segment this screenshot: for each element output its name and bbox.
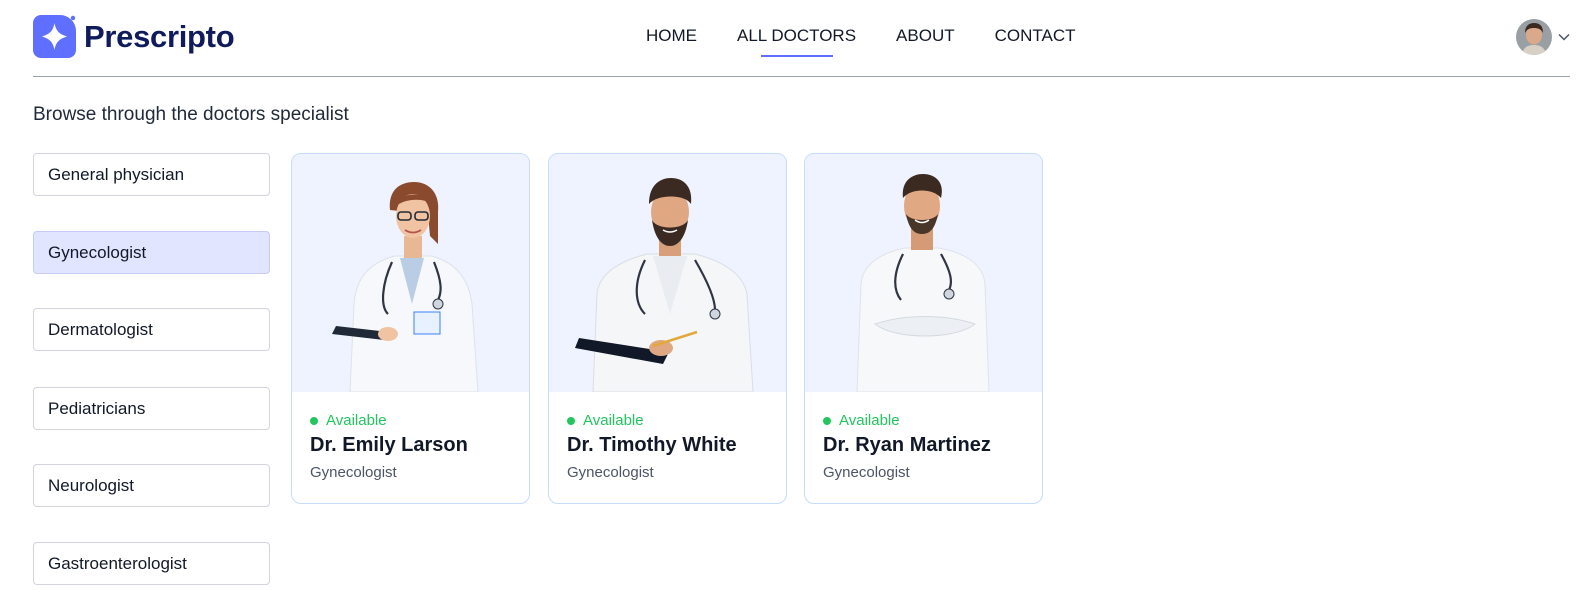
nav-contact[interactable]: CONTACT (995, 26, 1076, 46)
doctor-card-body: Available Dr. Ryan Martinez Gynecologist (805, 392, 1042, 481)
doctor-photo (292, 154, 529, 392)
nav-all-doctors[interactable]: ALL DOCTORS (737, 26, 857, 57)
main-nav: HOME ALL DOCTORS ABOUT CONTACT (646, 26, 1076, 57)
brand-logo[interactable]: Prescripto (33, 15, 235, 58)
doctor-card[interactable]: Available Dr. Timothy White Gynecologist (548, 153, 787, 504)
filter-neurologist[interactable]: Neurologist (33, 464, 270, 507)
availability-label: Available (583, 412, 644, 429)
doctor-speciality: Gynecologist (823, 464, 910, 481)
available-dot-icon (823, 416, 831, 425)
page-intro: Browse through the doctors specialist (33, 104, 349, 125)
filter-general-physician[interactable]: General physician (33, 153, 270, 196)
brand-name: Prescripto (84, 18, 235, 54)
filter-gastroenterologist[interactable]: Gastroenterologist (33, 542, 270, 585)
availability-label: Available (839, 412, 900, 429)
user-avatar-icon (1516, 19, 1552, 55)
available-dot-icon (310, 416, 318, 425)
availability-status: Available (310, 412, 511, 429)
nav-home[interactable]: HOME (646, 26, 697, 46)
availability-status: Available (823, 412, 1024, 429)
doctor-name: Dr. Emily Larson (310, 434, 468, 456)
doctor-name: Dr. Ryan Martinez (823, 434, 991, 456)
available-dot-icon (567, 416, 575, 425)
doctor-card-body: Available Dr. Timothy White Gynecologist (549, 392, 786, 481)
doctor-card-body: Available Dr. Emily Larson Gynecologist (292, 392, 529, 481)
logo-icon (33, 15, 76, 58)
chevron-down-icon[interactable] (1558, 33, 1570, 41)
doctor-card[interactable]: Available Dr. Ryan Martinez Gynecologist (804, 153, 1043, 504)
nav-all-doctors-label: ALL DOCTORS (737, 26, 857, 45)
doctor-speciality: Gynecologist (310, 464, 397, 481)
doctor-photo (805, 154, 1042, 392)
profile-menu[interactable] (1516, 19, 1570, 55)
filter-dermatologist[interactable]: Dermatologist (33, 308, 270, 351)
availability-status: Available (567, 412, 768, 429)
filter-gynecologist[interactable]: Gynecologist (33, 231, 270, 274)
doctor-portrait-image (856, 174, 990, 392)
doctor-card[interactable]: Available Dr. Emily Larson Gynecologist (291, 153, 530, 504)
top-navbar: Prescripto HOME ALL DOCTORS ABOUT CONTAC… (33, 0, 1570, 77)
doctor-photo (549, 154, 786, 392)
availability-label: Available (326, 412, 387, 429)
nav-about[interactable]: ABOUT (896, 26, 955, 46)
doctor-portrait-image (575, 178, 754, 392)
filter-pediatricians[interactable]: Pediatricians (33, 387, 270, 430)
doctor-portrait-image (332, 182, 479, 392)
doctor-speciality: Gynecologist (567, 464, 654, 481)
avatar[interactable] (1516, 19, 1552, 55)
active-nav-indicator (760, 55, 833, 57)
doctor-name: Dr. Timothy White (567, 434, 737, 456)
